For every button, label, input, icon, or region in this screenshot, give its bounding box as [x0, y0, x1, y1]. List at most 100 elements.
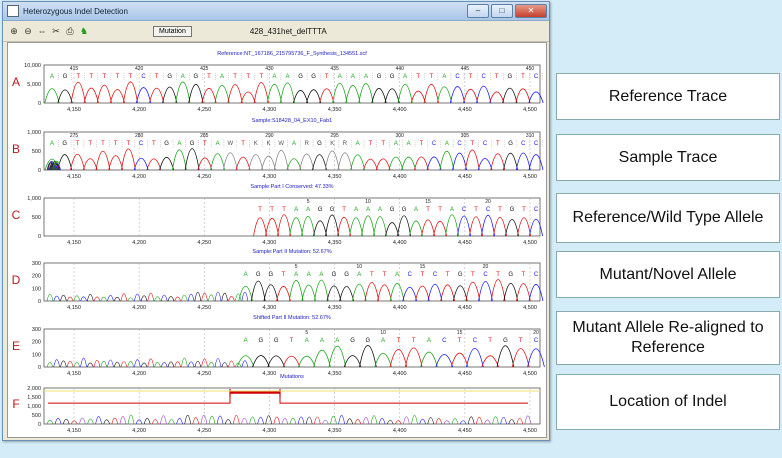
x-tick-label: 4,300	[263, 240, 277, 246]
trace-peak	[289, 217, 304, 237]
x-tick-label: 4,500	[523, 428, 537, 434]
position-label: 20	[485, 199, 491, 205]
noise-peak	[46, 293, 54, 302]
trace-peak	[397, 83, 413, 104]
trace-peak	[146, 158, 162, 171]
trace-peak	[374, 353, 392, 368]
base-call: T	[203, 141, 207, 147]
base-call: A	[272, 74, 276, 80]
trace-peak	[159, 156, 175, 171]
trace-peak	[401, 156, 417, 171]
zoom-in-icon[interactable]: ⊕	[9, 26, 19, 36]
base-call: G	[350, 338, 355, 344]
position-label: 5	[307, 199, 310, 205]
trace-peak	[306, 89, 322, 104]
base-call: G	[508, 141, 513, 147]
trace-peak	[481, 214, 496, 237]
panel-title: Reference:NT_167186_215795736_F_Synthesi…	[217, 51, 367, 57]
base-call: T	[430, 74, 434, 80]
y-tick-label: 0	[38, 422, 41, 428]
position-label: 305	[461, 133, 470, 139]
x-tick-label: 4,300	[263, 371, 277, 377]
base-call: A	[395, 272, 399, 278]
x-tick-label: 4,400	[393, 174, 407, 180]
trace-peak	[288, 279, 304, 302]
zoom-out-icon[interactable]: ⊖	[23, 26, 33, 36]
noise-peak	[120, 361, 128, 368]
mutation-peak	[419, 418, 426, 425]
position-label: 435	[330, 66, 339, 72]
label-mutant-allele: Mutant/Novel Allele	[556, 251, 780, 298]
base-call: K	[330, 141, 334, 147]
mutation-peak	[297, 416, 305, 425]
base-call: A	[407, 141, 411, 147]
noise-peak	[127, 361, 134, 368]
noise-peak	[160, 294, 168, 302]
base-call: G	[274, 338, 279, 344]
trace-peak	[44, 88, 60, 104]
base-call: T	[233, 74, 237, 80]
trace-peak	[109, 89, 125, 104]
trace-peak	[435, 354, 454, 368]
trace-peak	[528, 91, 544, 104]
base-call: A	[414, 207, 418, 213]
noise-peak	[93, 296, 101, 302]
trace-peak	[490, 153, 506, 171]
x-tick-label: 4,200	[132, 107, 146, 113]
trace-peak	[122, 81, 139, 104]
mutation-peak	[127, 414, 135, 425]
position-label: 425	[200, 66, 209, 72]
trace-peak	[350, 154, 366, 171]
base-call: T	[89, 74, 93, 80]
mutation-peak	[370, 415, 378, 425]
trace-peak	[292, 90, 309, 104]
x-tick-label: 4,300	[263, 428, 277, 434]
base-call: T	[496, 141, 500, 147]
noise-peak	[60, 294, 67, 302]
base-call: A	[177, 141, 181, 147]
trace-peak	[361, 215, 376, 237]
base-call: T	[152, 141, 156, 147]
minimize-button[interactable]: –	[467, 4, 489, 18]
run-icon[interactable]: ♞	[79, 26, 89, 36]
x-tick-label: 4,350	[328, 174, 342, 180]
base-call: T	[259, 74, 263, 80]
base-call: T	[420, 141, 424, 147]
base-call: T	[207, 74, 211, 80]
base-call: T	[258, 207, 262, 213]
x-tick-label: 4,150	[67, 240, 81, 246]
base-call: C	[442, 338, 447, 344]
x-tick-label: 4,150	[67, 174, 81, 180]
trace-peak	[273, 149, 289, 171]
trace-peak	[465, 281, 481, 302]
zoom-fit-icon[interactable]: ⇔	[37, 26, 47, 36]
noise-peak	[174, 296, 181, 302]
trace-peak	[420, 351, 438, 368]
base-call: C	[534, 74, 539, 80]
print-icon[interactable]: ⎙	[65, 26, 75, 36]
noise-peak	[80, 296, 87, 302]
base-call: T	[381, 141, 385, 147]
trace-peak	[517, 217, 531, 237]
x-tick-label: 4,450	[458, 174, 472, 180]
x-tick-label: 4,400	[393, 107, 407, 113]
mutation-peak	[241, 417, 248, 425]
mutation-peak	[305, 416, 313, 425]
trace-peak	[135, 87, 152, 104]
y-tick-label: 100	[32, 352, 41, 358]
close-button[interactable]: ✕	[515, 4, 547, 18]
maximize-button[interactable]: □	[491, 4, 513, 18]
mutation-peak	[508, 419, 515, 425]
trace-peak	[339, 286, 354, 302]
label-realigned-allele: Mutant Allele Re-aligned to Reference	[556, 311, 780, 365]
trace-peak	[439, 150, 455, 171]
panel-letter: F	[12, 397, 19, 411]
toolbar: ⊕ ⊖ ⇔ ✂ ⎙ ♞ Mutation 428_431het_delTTTA	[3, 21, 549, 42]
trace-peak	[476, 85, 492, 104]
base-call: G	[259, 338, 264, 344]
trace-peak	[464, 149, 480, 171]
y-tick-label: 200	[32, 274, 41, 280]
tools-icon[interactable]: ✂	[51, 26, 61, 36]
mutation-button[interactable]: Mutation	[153, 25, 192, 37]
mutation-peak	[411, 415, 418, 425]
